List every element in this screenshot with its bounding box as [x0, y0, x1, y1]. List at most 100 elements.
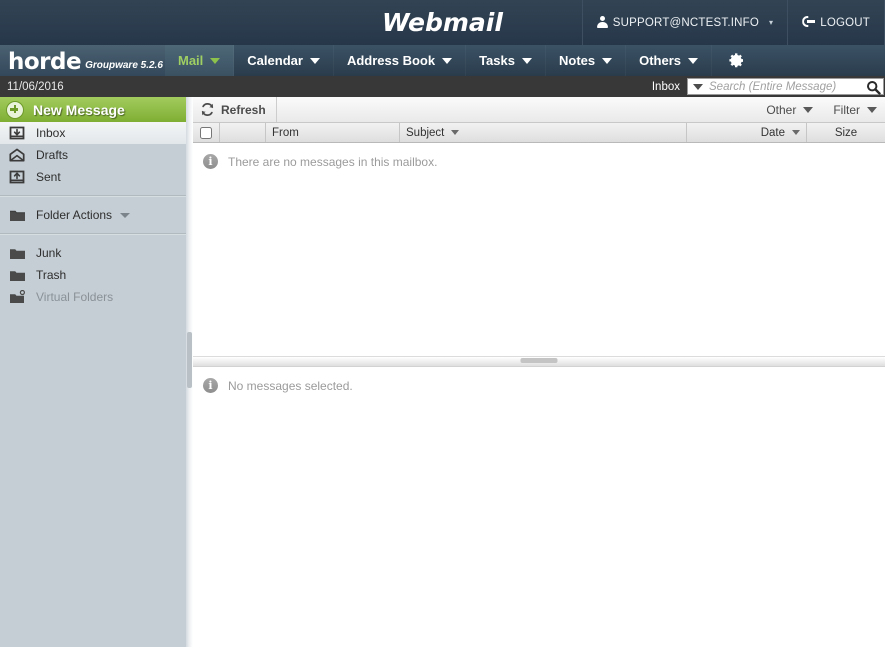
select-all-header[interactable]: [193, 123, 220, 142]
column-header-from[interactable]: From: [266, 123, 400, 142]
nav-items: Mail Calendar Address Book Tasks Notes O…: [165, 45, 759, 76]
account-email-label: SUPPORT@NCTEST.INFO: [612, 16, 760, 29]
chevron-down-icon: [803, 106, 814, 113]
folder-icon: [9, 246, 27, 260]
sidebar-item-virtual-folders[interactable]: Virtual Folders: [0, 286, 186, 308]
nav-item-label: Address Book: [346, 53, 436, 68]
sidebar-item-label: Folder Actions: [36, 208, 113, 222]
search-zone: Inbox: [652, 76, 885, 97]
empty-mailbox-notice: i There are no messages in this mailbox.: [193, 143, 885, 169]
column-header-subject[interactable]: Subject: [400, 123, 687, 142]
nav-item-label: Calendar: [247, 53, 303, 68]
refresh-button[interactable]: Refresh: [193, 97, 277, 122]
search-input[interactable]: [709, 79, 883, 94]
main-pane: Refresh Other Filter From Subject Date S…: [193, 97, 885, 647]
message-list: i There are no messages in this mailbox.: [193, 143, 885, 356]
new-message-label: New Message: [33, 101, 125, 118]
nav-item-calendar[interactable]: Calendar: [234, 45, 334, 76]
column-header-date[interactable]: Date: [687, 123, 807, 142]
sidebar-item-trash[interactable]: Trash: [0, 264, 186, 286]
sort-caret-icon: [792, 130, 800, 135]
settings-button[interactable]: [712, 45, 759, 76]
new-message-button[interactable]: New Message: [0, 97, 186, 122]
info-icon: i: [203, 154, 218, 169]
horde-logo-word: horde: [8, 49, 82, 75]
nav-item-tasks[interactable]: Tasks: [466, 45, 546, 76]
folder-icon: [9, 268, 27, 282]
sidebar-item-junk[interactable]: Junk: [0, 242, 186, 264]
chevron-down-icon: [309, 57, 320, 64]
nav-item-address-book[interactable]: Address Book: [334, 45, 467, 76]
chevron-down-icon: [688, 57, 699, 64]
preview-splitter[interactable]: [193, 356, 885, 367]
sidebar-item-label: Inbox: [36, 126, 66, 140]
column-label: Date: [760, 126, 785, 139]
logout-icon: [802, 16, 816, 29]
mail-toolbar: Refresh Other Filter: [193, 97, 885, 123]
refresh-label: Refresh: [221, 102, 266, 117]
chevron-down-icon: [867, 106, 877, 113]
folder-icon: [9, 208, 27, 222]
sidebar-item-label: Junk: [36, 246, 62, 260]
empty-mailbox-text: There are no messages in this mailbox.: [228, 154, 438, 169]
nav-item-others[interactable]: Others: [626, 45, 713, 76]
sidebar: New Message Inbox Drafts Sent Folder Act…: [0, 97, 186, 647]
chevron-down-icon: [210, 57, 221, 64]
no-selection-notice: i No messages selected.: [193, 367, 885, 393]
sidebar-item-inbox[interactable]: Inbox: [0, 122, 186, 144]
toolbar-dropdowns: Other Filter: [754, 97, 885, 122]
logout-button[interactable]: LOGOUT: [787, 0, 885, 45]
search-box[interactable]: [687, 78, 884, 95]
sidebar-item-label: Sent: [36, 170, 61, 184]
column-label: Size: [834, 126, 858, 139]
plus-circle-icon: [6, 100, 24, 119]
webmail-app: Webmail SUPPORT@NCTEST.INFO ▾ LOGOUT hor…: [0, 0, 885, 647]
current-date-label: 11/06/2016: [7, 80, 64, 93]
drafts-envelope-icon: [9, 148, 27, 163]
account-menu-button[interactable]: SUPPORT@NCTEST.INFO ▾: [581, 0, 787, 45]
nav-item-label: Mail: [178, 53, 204, 68]
sort-caret-icon: [451, 130, 460, 135]
sidebar-item-label: Virtual Folders: [36, 290, 114, 304]
sent-icon: [9, 170, 27, 185]
splitter-grip[interactable]: [187, 332, 192, 388]
select-all-checkbox[interactable]: [200, 126, 212, 139]
top-brand-bar: Webmail SUPPORT@NCTEST.INFO ▾ LOGOUT: [0, 0, 885, 45]
nav-item-mail[interactable]: Mail: [165, 45, 235, 76]
date-search-strip: 11/06/2016 Inbox: [0, 76, 885, 97]
chevron-down-icon: [521, 57, 532, 64]
inbox-icon: [9, 126, 27, 141]
virtual-folder-icon: [9, 290, 27, 304]
filter-menu-button[interactable]: Filter: [821, 103, 885, 117]
preview-pane: i No messages selected.: [193, 367, 885, 647]
gear-icon: [729, 53, 744, 68]
chevron-down-icon[interactable]: [693, 83, 703, 90]
main-navigation-bar: horde Groupware 5.2.6 Mail Calendar Addr…: [0, 45, 885, 76]
logout-label: LOGOUT: [820, 16, 870, 29]
message-list-header: From Subject Date Size: [193, 123, 885, 143]
horde-logo[interactable]: horde Groupware 5.2.6: [0, 45, 165, 76]
sidebar-splitter[interactable]: [186, 97, 193, 647]
topbar-actions: SUPPORT@NCTEST.INFO ▾ LOGOUT: [581, 0, 885, 45]
sidebar-divider: [0, 195, 186, 197]
sidebar-item-sent[interactable]: Sent: [0, 166, 186, 188]
refresh-icon: [201, 103, 214, 116]
column-header-size[interactable]: Size: [807, 123, 885, 142]
sidebar-item-folder-actions[interactable]: Folder Actions: [0, 204, 186, 226]
nav-item-notes[interactable]: Notes: [546, 45, 627, 76]
chevron-down-icon: [120, 212, 131, 218]
nav-item-label: Tasks: [479, 53, 515, 68]
chevron-down-icon: ▾: [769, 18, 774, 27]
sidebar-divider: [0, 233, 186, 235]
horde-logo-subtitle: Groupware 5.2.6: [85, 60, 163, 71]
splitter-grip[interactable]: [520, 358, 558, 363]
other-menu-label: Other: [766, 102, 797, 117]
filter-menu-label: Filter: [833, 102, 860, 117]
column-label: From: [272, 126, 299, 139]
nav-item-label: Others: [639, 53, 682, 68]
sidebar-item-drafts[interactable]: Drafts: [0, 144, 186, 166]
search-mailbox-label[interactable]: Inbox: [652, 81, 687, 93]
flags-column-header: [220, 123, 266, 142]
other-menu-button[interactable]: Other: [754, 103, 821, 117]
nav-item-label: Notes: [558, 53, 596, 68]
